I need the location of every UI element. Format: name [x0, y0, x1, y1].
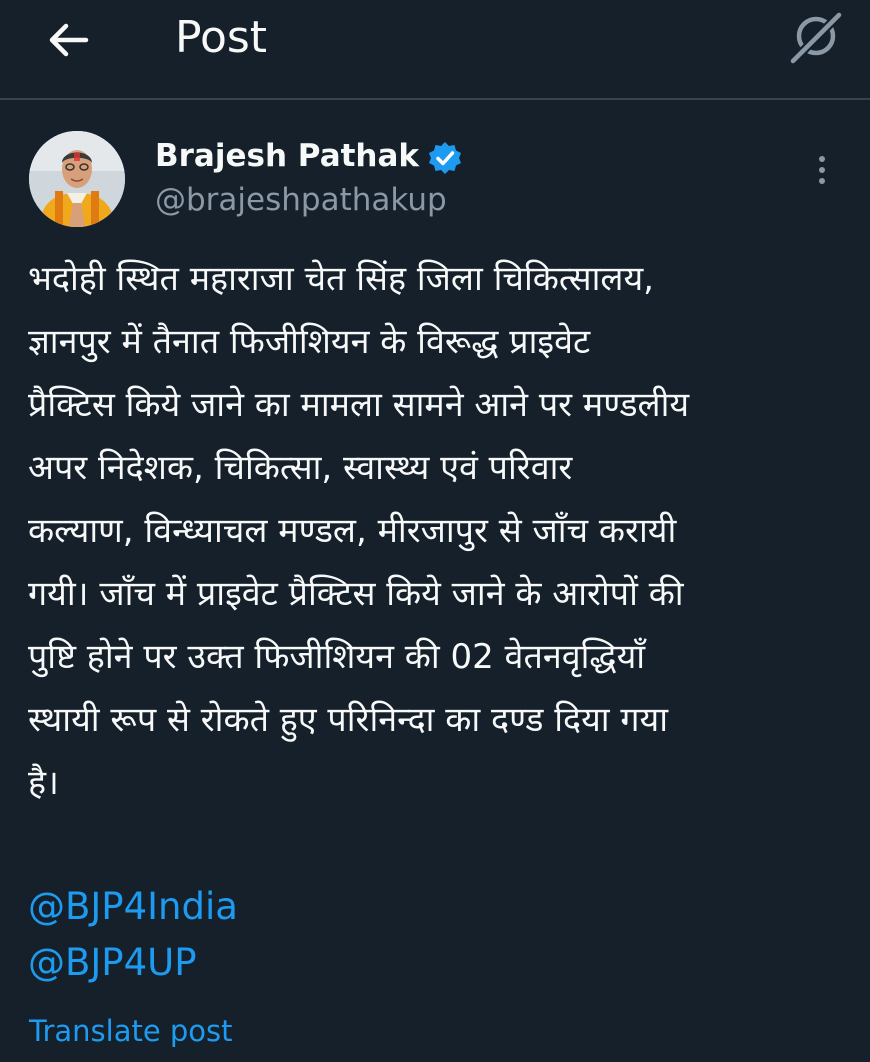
post-text: भदोही स्थित महाराजा चेत सिंह जिला चिकित्…	[28, 248, 858, 815]
post-text-line: भदोही स्थित महाराजा चेत सिंह जिला चिकित्…	[28, 259, 654, 299]
profile-photo	[29, 131, 125, 227]
grok-button[interactable]	[784, 6, 846, 68]
top-bar: Post	[0, 0, 870, 100]
post-text-line: है।	[28, 763, 59, 803]
mention-link-bjp4india[interactable]: @BJP4India	[28, 880, 238, 934]
post-text-line: ज्ञानपुर में तैनात फिजीशियन के विरूद्ध प…	[28, 322, 591, 362]
arrow-left-icon	[49, 23, 89, 57]
post-text-line: अपर निदेशक, चिकित्सा, स्वास्थ्य एवं परिव…	[28, 448, 573, 488]
post-text-line: स्थायी रूप से रोकते हुए परिनिन्दा का दण्…	[28, 700, 669, 740]
post-text-line: पुष्टि होने पर उक्त फिजीशियन की 02 वेतनव…	[28, 637, 646, 677]
more-vertical-icon	[819, 156, 825, 162]
author-handle[interactable]: @brajeshpathakup	[155, 178, 447, 222]
more-vertical-icon-dot	[819, 167, 825, 173]
post-text-line: गयी। जाँच में प्राइवेट प्रैक्टिस किये जा…	[28, 574, 684, 614]
translate-post-link[interactable]: Translate post	[29, 1010, 233, 1052]
post-text-line: कल्याण, विन्ध्याचल मण्डल, मीरजापुर से जा…	[28, 511, 677, 551]
post-text-line: प्रैक्टिस किये जाने का मामला सामने आने प…	[28, 385, 690, 425]
verified-badge-icon	[429, 142, 461, 174]
grok-icon	[788, 10, 844, 66]
mention-link-bjp4up[interactable]: @BJP4UP	[28, 936, 197, 990]
avatar[interactable]	[29, 131, 125, 227]
back-button[interactable]	[40, 12, 96, 68]
author-name[interactable]: Brajesh Pathak	[155, 134, 419, 178]
more-options-button[interactable]	[800, 148, 844, 192]
more-vertical-icon-dot	[819, 178, 825, 184]
page-title: Post	[175, 12, 268, 63]
